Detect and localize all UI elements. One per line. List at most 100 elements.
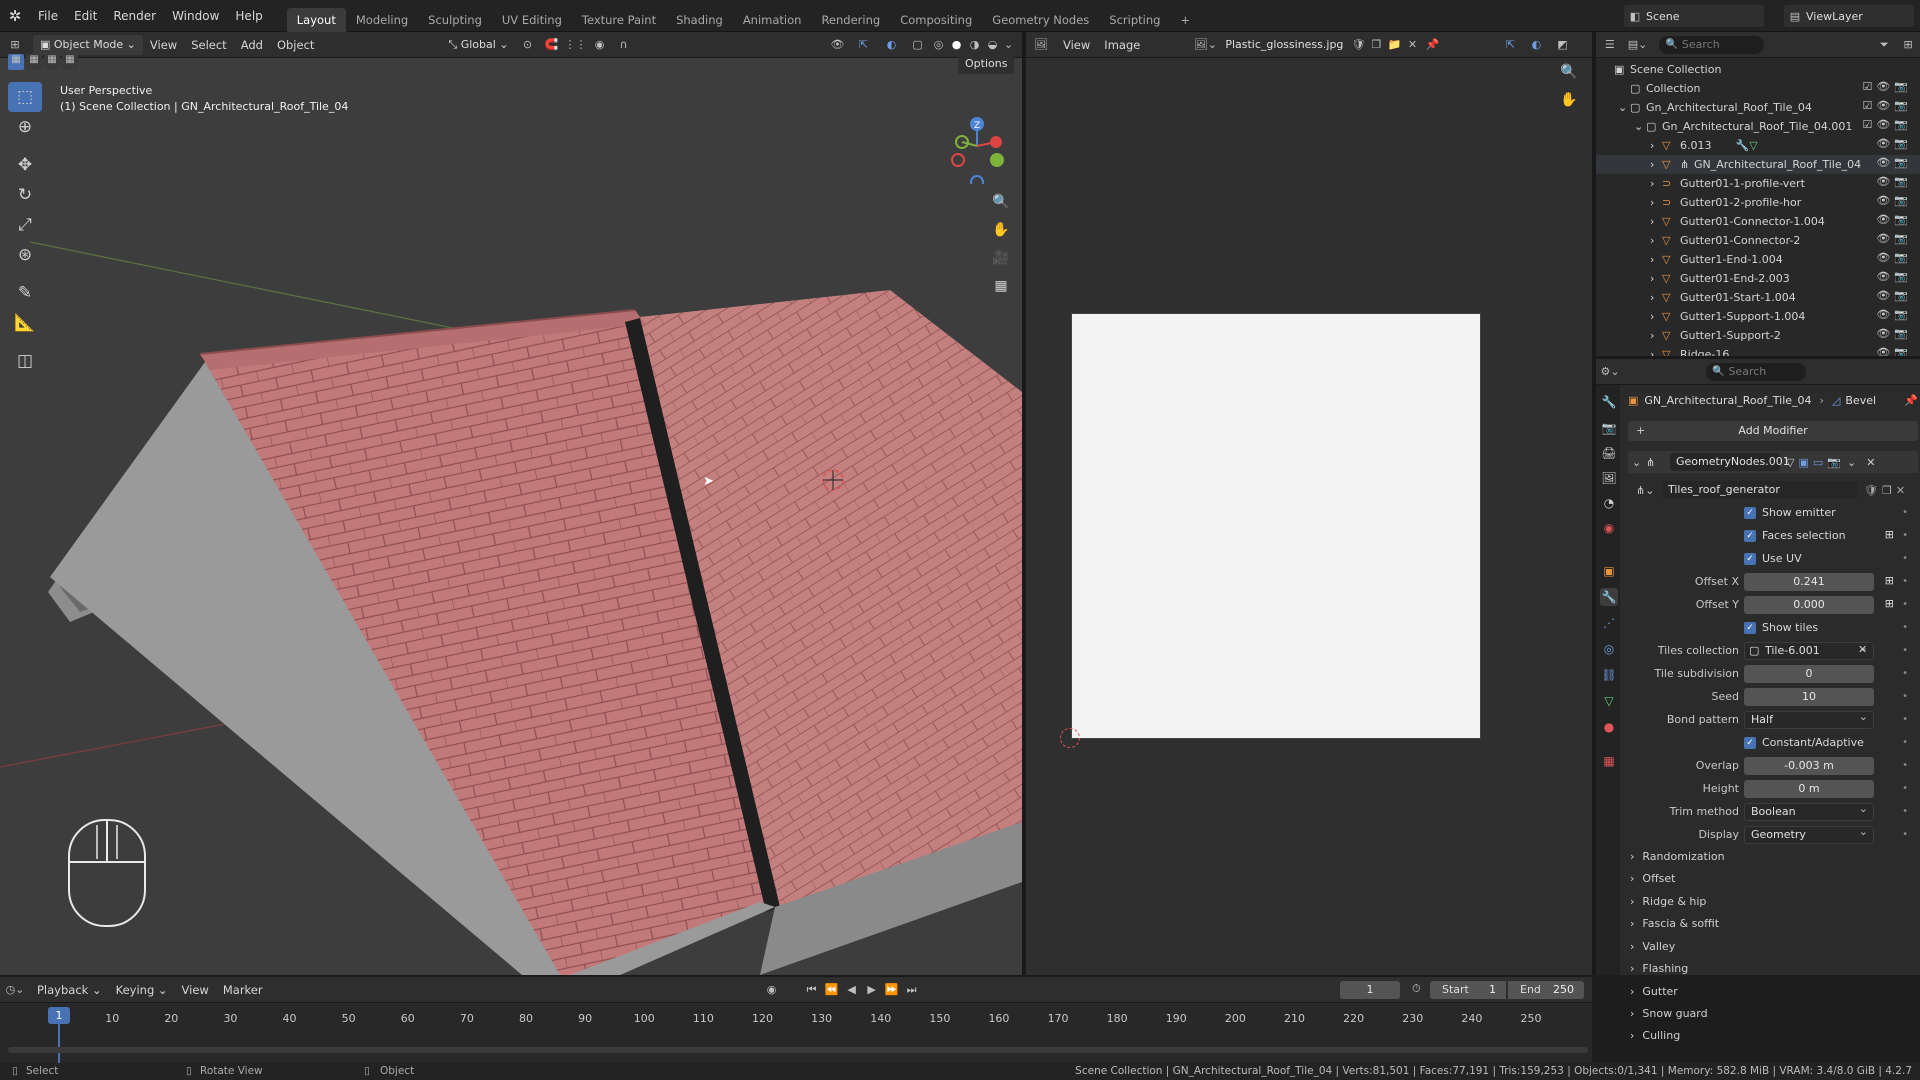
expand-chevron-icon[interactable]: › — [1650, 158, 1662, 171]
pin-icon[interactable]: 📌 — [1421, 38, 1443, 51]
tile-subdivision-field[interactable]: 0 — [1744, 665, 1874, 683]
keyframe-dot-icon[interactable]: • — [1902, 530, 1908, 541]
tree-row[interactable]: › ▽ Gutter1-Support-2 👁📷 — [1596, 326, 1920, 345]
tree-row[interactable]: › ▽ Gutter01-Connector-2 👁📷 — [1596, 231, 1920, 250]
annotate-tool-icon[interactable]: ✎ — [8, 278, 42, 308]
playhead-frame-badge[interactable]: 1 — [48, 1007, 70, 1024]
mode-dropdown[interactable]: ▣ Object Mode ⌄ — [33, 34, 143, 55]
expand-chevron-icon[interactable]: › — [1650, 310, 1662, 323]
scene-selector[interactable]: ◧ Scene — [1624, 5, 1764, 27]
menu-render[interactable]: Render — [105, 0, 164, 32]
falloff-icon[interactable]: ∩ — [612, 38, 636, 51]
image-menu-view[interactable]: View — [1056, 38, 1097, 52]
data-props-icon[interactable]: ▽ — [1600, 692, 1618, 710]
snap-icon[interactable]: 🧲 — [540, 38, 564, 51]
material-shading-icon[interactable]: ◑ — [966, 38, 984, 51]
attribute-toggle-icon[interactable]: ⊞ — [1885, 528, 1894, 541]
trim-method-dropdown[interactable]: Boolean — [1744, 801, 1874, 821]
visibility-toggles-icon[interactable]: 👁📷 — [1876, 175, 1912, 188]
image-name-field[interactable]: Plastic_glossiness.jpg — [1219, 38, 1349, 51]
physics-props-icon[interactable]: ◎ — [1600, 640, 1618, 658]
pan-hand-icon[interactable]: ✋ — [986, 216, 1016, 244]
node-group-field[interactable]: Tiles_roof_generator — [1662, 481, 1858, 499]
tab-geometry-nodes[interactable]: Geometry Nodes — [982, 8, 1099, 32]
add-workspace-icon[interactable]: + — [1170, 8, 1200, 32]
height-field[interactable]: 0 m — [1744, 780, 1874, 798]
viewport-toggle-icon[interactable]: ▭ — [1813, 456, 1823, 469]
use-uv-checkbox[interactable]: ✓ — [1744, 553, 1756, 565]
move-tool-icon[interactable]: ✥ — [8, 150, 42, 180]
tab-shading[interactable]: Shading — [666, 8, 733, 32]
navigation-gizmo[interactable]: Z — [940, 84, 1010, 189]
select-intersect-icon[interactable]: ▦ — [62, 54, 78, 70]
render-toggle-icon[interactable]: 📷 — [1827, 456, 1841, 469]
expand-chevron-icon[interactable]: › — [1650, 272, 1662, 285]
perspective-toggle-icon[interactable]: ▦ — [986, 272, 1016, 300]
tree-row[interactable]: › ▽ Gutter1-Support-1.004 👁📷 — [1596, 307, 1920, 326]
scene-props-icon[interactable]: ◔ — [1600, 494, 1618, 512]
select-box-tool-icon[interactable]: ⬚ — [8, 82, 42, 112]
filter-icon[interactable]: ⏷ — [1872, 38, 1896, 52]
show-tiles-checkbox[interactable]: ✓ — [1744, 622, 1756, 634]
tiles-collection-field[interactable]: ▢ Tile-6.001 — [1744, 640, 1874, 660]
image-gizmo-icon[interactable]: ⇱ — [1497, 38, 1523, 51]
display-channels-icon[interactable]: ◩ — [1549, 38, 1575, 51]
keyframe-dot-icon[interactable]: • — [1902, 668, 1908, 679]
tab-modeling[interactable]: Modeling — [346, 8, 418, 32]
tree-row[interactable]: › ▽ Gutter01-End-2.003 👁📷 — [1596, 269, 1920, 288]
timeline-menu-keying[interactable]: Keying ⌄ — [109, 983, 175, 997]
scale-tool-icon[interactable]: ⤢ — [8, 210, 42, 240]
duplicate-image-icon[interactable]: ❐ — [1367, 38, 1385, 51]
view-layer-selector[interactable]: ▤ ViewLayer — [1784, 5, 1914, 27]
texture-props-icon[interactable]: ▦ — [1600, 752, 1618, 770]
show-emitter-checkbox[interactable]: ✓ — [1744, 507, 1756, 519]
visibility-toggles-icon[interactable]: 👁📷 — [1876, 232, 1912, 245]
visibility-icon[interactable]: 👁 — [826, 38, 850, 51]
panel-culling[interactable]: › Culling — [1630, 1025, 1920, 1047]
visibility-toggles-icon[interactable]: 👁📷 — [1876, 289, 1912, 302]
add-cube-tool-icon[interactable]: ◫ — [8, 346, 42, 376]
rotate-tool-icon[interactable]: ↻ — [8, 180, 42, 210]
open-image-icon[interactable]: 📁 — [1385, 38, 1403, 51]
rendered-shading-icon[interactable]: ◒ — [984, 38, 1002, 51]
preview-range-icon[interactable]: ⏱ — [1412, 982, 1421, 996]
attribute-toggle-icon[interactable]: ⊞ — [1885, 597, 1894, 610]
outliner-type-icon[interactable]: ☰ — [1596, 38, 1624, 51]
auto-key-icon[interactable]: ◉ — [760, 983, 784, 996]
viewport-menu-object[interactable]: Object — [270, 38, 321, 52]
visibility-toggles-icon[interactable]: 👁📷 — [1876, 270, 1912, 283]
properties-search[interactable]: 🔍 Search — [1706, 362, 1806, 381]
visibility-toggles-icon[interactable]: 👁📷 — [1876, 213, 1912, 226]
zoom-icon[interactable]: 🔍 — [986, 188, 1016, 216]
world-props-icon[interactable]: ◉ — [1600, 519, 1618, 537]
panel-ridge-hip[interactable]: › Ridge & hip — [1630, 891, 1920, 913]
image-pan-icon[interactable]: ✋ — [1560, 92, 1577, 108]
faces-selection-checkbox[interactable]: ✓ — [1744, 530, 1756, 542]
options-dropdown[interactable]: Options — [958, 54, 1015, 74]
display-dropdown[interactable]: Geometry — [1744, 824, 1874, 844]
tree-row[interactable]: ▢ Collection ☑👁📷 — [1596, 79, 1920, 98]
timeline-menu-view[interactable]: View — [175, 983, 216, 997]
keyframe-dot-icon[interactable]: • — [1902, 714, 1908, 725]
display-mode-icon[interactable]: ▤⌄ — [1624, 38, 1652, 51]
visibility-toggles-icon[interactable]: 👁📷 — [1876, 194, 1912, 207]
panel-fascia-soffit[interactable]: › Fascia & soffit — [1630, 913, 1920, 935]
fake-user-icon[interactable]: 🛡 — [1864, 484, 1878, 497]
expand-chevron-icon[interactable]: ⌄ — [1634, 120, 1646, 133]
bond-pattern-dropdown[interactable]: Half — [1744, 709, 1874, 729]
panel-gutter[interactable]: › Gutter — [1630, 981, 1920, 1003]
select-subtract-icon[interactable]: ▦ — [44, 54, 60, 70]
editor-type-icon[interactable]: ⊞ — [0, 38, 30, 51]
menu-file[interactable]: File — [30, 0, 66, 32]
attribute-toggle-icon[interactable]: ⊞ — [1885, 574, 1894, 587]
panel-offset[interactable]: › Offset — [1630, 868, 1920, 890]
image-editor-type-icon[interactable]: 🖼 — [1026, 38, 1056, 51]
properties-type-icon[interactable]: ⚙⌄ — [1596, 365, 1624, 378]
keyframe-dot-icon[interactable]: • — [1902, 737, 1908, 748]
image-editor[interactable]: 🖼 View Image 🖼⌄ Plastic_glossiness.jpg 🛡… — [1026, 32, 1592, 975]
visibility-toggles-icon[interactable]: 👁📷 — [1876, 327, 1912, 340]
start-frame-field[interactable]: Start 1 — [1430, 981, 1506, 999]
expand-chevron-icon[interactable]: ⌄ — [1618, 101, 1630, 114]
offset-y-field[interactable]: 0.000 — [1744, 596, 1874, 614]
panel-snow-guard[interactable]: › Snow guard — [1630, 1003, 1920, 1025]
